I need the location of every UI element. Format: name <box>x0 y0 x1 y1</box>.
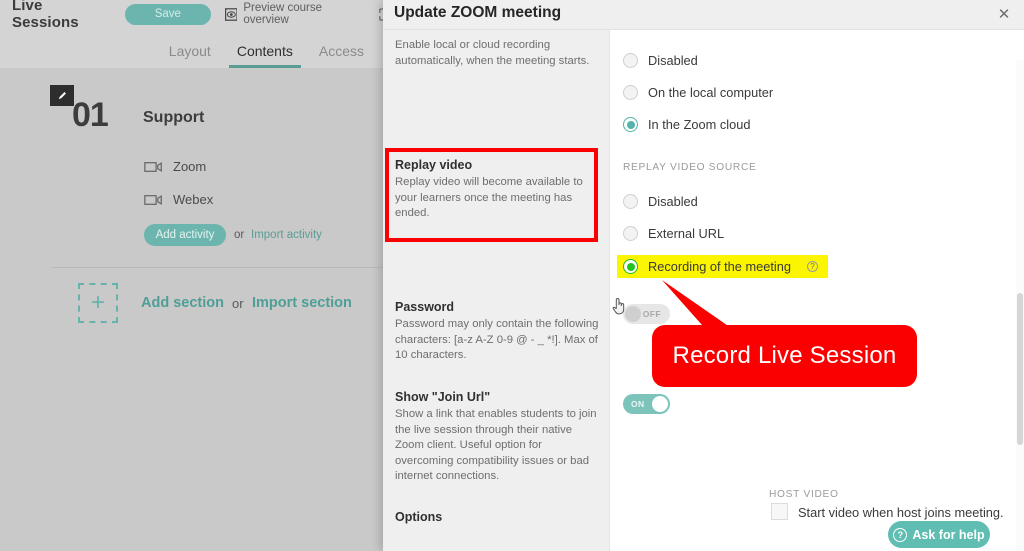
description-heading: Show "Join Url" <box>395 390 491 404</box>
add-activity-button[interactable]: Add activity <box>144 224 226 246</box>
tab-contents[interactable]: Contents <box>228 43 301 68</box>
activity-label: Zoom <box>173 159 207 174</box>
description-block-password: Password Password may only contain the f… <box>395 300 600 364</box>
radio-icon-selected <box>623 117 638 132</box>
radio-replay-disabled[interactable]: Disabled <box>623 194 698 209</box>
radio-auto-recording-disabled[interactable]: Disabled <box>623 53 698 68</box>
ask-for-help-button[interactable]: ? Ask for help <box>888 521 990 548</box>
radio-label: Disabled <box>648 53 698 68</box>
save-button[interactable]: Save <box>124 3 211 25</box>
radio-icon <box>623 85 638 100</box>
or-separator: or <box>234 229 245 241</box>
radio-auto-recording-local[interactable]: On the local computer <box>623 85 773 100</box>
app-topbar: Live Sessions Save Preview course overvi… <box>0 0 392 31</box>
description-heading: Password <box>395 300 455 314</box>
section-name: Support <box>143 109 205 126</box>
section-number: 01 <box>72 96 109 134</box>
modal-scrollbar[interactable] <box>1016 60 1024 551</box>
preview-course-overview-label: Preview course overview <box>243 2 323 26</box>
ask-for-help-label: Ask for help <box>912 527 985 542</box>
description-block-replay-video: Replay video Replay video will become av… <box>395 158 600 222</box>
plus-icon: + <box>90 289 105 316</box>
description-heading: Options <box>395 510 443 524</box>
video-camera-icon <box>144 194 162 205</box>
modal-header: Update ZOOM meeting ✕ <box>383 0 1024 30</box>
description-text: Password may only contain the following … <box>395 318 599 361</box>
activity-item-webex[interactable]: Webex <box>144 192 213 207</box>
annotation-callout-text: Record Live Session <box>672 342 897 369</box>
or-separator-2: or <box>232 296 244 311</box>
question-mark-icon[interactable]: ? <box>806 261 818 272</box>
screenshot-root: Live Sessions Save Preview course overvi… <box>0 0 1024 551</box>
description-column: Enable local or cloud recording automati… <box>383 30 610 551</box>
close-icon[interactable]: ✕ <box>994 4 1014 24</box>
activity-label: Webex <box>173 192 214 207</box>
radio-replay-external-url[interactable]: External URL <box>623 226 724 241</box>
tab-access[interactable]: Access <box>319 43 364 68</box>
toggle-state-label: OFF <box>642 309 661 319</box>
section-divider <box>52 267 392 268</box>
description-text: Replay video will become available to yo… <box>395 176 583 219</box>
edit-section-button[interactable] <box>50 85 74 106</box>
preview-course-overview-link[interactable]: Preview course overview <box>224 2 368 26</box>
toggle-state-label: ON <box>631 399 645 409</box>
hand-cursor-icon <box>612 298 625 315</box>
import-activity-link[interactable]: Import activity <box>251 229 322 241</box>
import-section-link[interactable]: Import section <box>252 295 352 311</box>
radio-icon <box>623 226 638 241</box>
add-section-box[interactable]: + <box>78 283 118 323</box>
radio-label: On the local computer <box>648 85 774 100</box>
page-title: Live Sessions <box>12 0 79 31</box>
radio-icon <box>623 53 638 68</box>
description-text: Enable local or cloud recording automati… <box>395 39 590 67</box>
host-video-checkbox-label: Start video when host joins meeting. <box>798 505 1004 520</box>
replay-video-source-label: REPLAY VIDEO SOURCE <box>623 162 757 173</box>
radio-auto-recording-cloud[interactable]: In the Zoom cloud <box>623 117 750 132</box>
radio-replay-recording-of-meeting[interactable]: Recording of the meeting ? <box>617 255 828 278</box>
radio-icon <box>623 194 638 209</box>
scrollbar-thumb[interactable] <box>1017 293 1023 445</box>
add-section-link[interactable]: Add section <box>141 295 224 311</box>
update-zoom-meeting-modal: Update ZOOM meeting ✕ Enable local or cl… <box>383 0 1024 551</box>
question-mark-icon: ? <box>893 527 908 542</box>
video-camera-icon <box>144 161 162 172</box>
description-block-join-url: Show "Join Url" Show a link that enables… <box>395 390 600 485</box>
pencil-icon <box>58 92 66 100</box>
annotation-callout: Record Live Session <box>652 325 917 387</box>
radio-label: Recording of the meeting <box>648 259 791 274</box>
background-app: Live Sessions Save Preview course overvi… <box>0 0 392 551</box>
course-contents-body: 01 Support Zoom Webex Add activity or Im… <box>0 71 392 551</box>
radio-label: External URL <box>648 226 725 241</box>
activity-item-zoom[interactable]: Zoom <box>144 159 206 174</box>
field-column: Disabled On the local computer In the Zo… <box>611 30 1024 551</box>
host-video-checkbox[interactable] <box>771 503 788 520</box>
radio-label: Disabled <box>648 194 698 209</box>
modal-body: Enable local or cloud recording automati… <box>383 30 1024 551</box>
tab-bar: Layout Contents Access <box>0 28 392 68</box>
radio-label: In the Zoom cloud <box>648 117 751 132</box>
description-heading: Replay video <box>395 158 473 172</box>
eye-icon <box>224 7 238 21</box>
description-text: Show a link that enables students to joi… <box>395 408 597 482</box>
show-join-url-toggle[interactable]: ON <box>623 394 670 414</box>
password-toggle[interactable]: OFF <box>623 304 670 324</box>
tab-layout[interactable]: Layout <box>169 43 211 68</box>
modal-title: Update ZOOM meeting <box>394 4 562 21</box>
radio-icon-selected <box>623 259 638 274</box>
description-block-auto-recording: Enable local or cloud recording automati… <box>395 38 600 69</box>
description-block-options: Options <box>395 510 600 527</box>
host-video-label: HOST VIDEO <box>769 489 839 500</box>
toggle-knob <box>652 396 668 412</box>
